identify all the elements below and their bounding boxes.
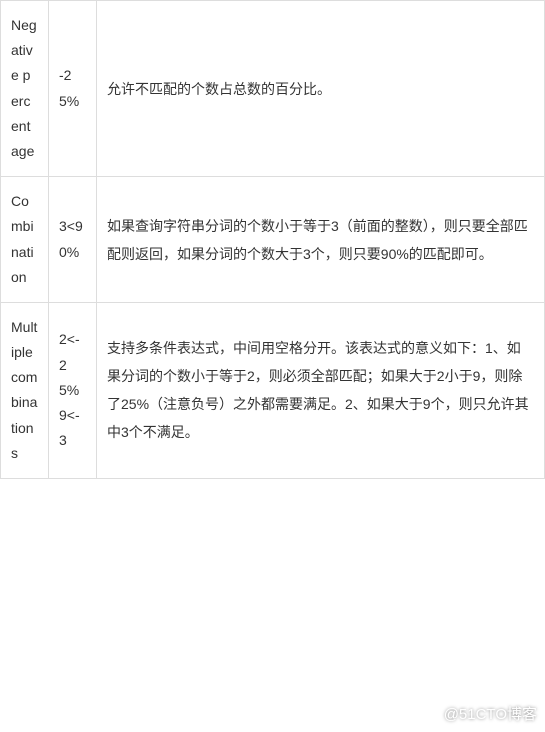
param-value-cell: 3<90%	[49, 177, 97, 303]
param-value-cell: 2<-25% 9<-3	[49, 302, 97, 478]
param-description-cell: 支持多条件表达式，中间用空格分开。该表达式的意义如下：1、如果分词的个数小于等于…	[97, 302, 545, 478]
param-description-cell: 如果查询字符串分词的个数小于等于3（前面的整数），则只要全部匹配则返回，如果分词…	[97, 177, 545, 303]
table-row: Combination 3<90% 如果查询字符串分词的个数小于等于3（前面的整…	[1, 177, 545, 303]
param-name-cell: Negative percentage	[1, 1, 49, 177]
param-name-cell: Multiple combinations	[1, 302, 49, 478]
param-description-cell: 允许不匹配的个数占总数的百分比。	[97, 1, 545, 177]
table-row: Multiple combinations 2<-25% 9<-3 支持多条件表…	[1, 302, 545, 478]
parameter-table: Negative percentage -25% 允许不匹配的个数占总数的百分比…	[0, 0, 545, 479]
table-row: Negative percentage -25% 允许不匹配的个数占总数的百分比…	[1, 1, 545, 177]
watermark: @51CTO博客	[444, 703, 537, 724]
param-name-cell: Combination	[1, 177, 49, 303]
param-value-cell: -25%	[49, 1, 97, 177]
